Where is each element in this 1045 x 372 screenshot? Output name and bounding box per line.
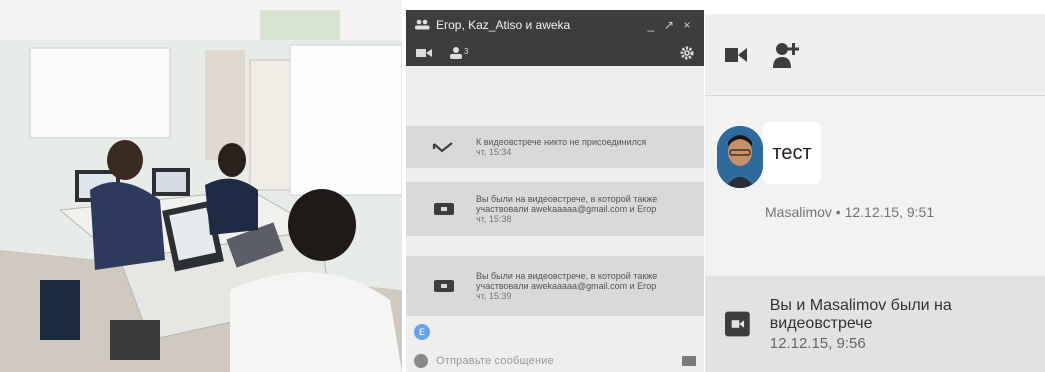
avatar: E — [414, 324, 430, 340]
zoom-toolbar — [705, 14, 1045, 96]
video-camera-icon — [434, 280, 454, 292]
message-input-row: Отправьте сообщение — [406, 350, 704, 372]
video-camera-icon — [725, 311, 750, 337]
chat-title[interactable]: Егор, Kaz_Atiso и aweka — [436, 18, 642, 32]
event-text: Вы и Masalimov были на видеовстрече — [769, 296, 952, 332]
chat-toolbar: 3 — [406, 40, 704, 66]
event-time: чт, 15:39 — [476, 291, 512, 301]
add-people-button[interactable]: 3 — [450, 47, 468, 59]
close-button[interactable]: × — [678, 18, 696, 32]
avatar — [717, 126, 763, 188]
gear-icon[interactable] — [680, 46, 694, 60]
video-camera-icon — [434, 203, 454, 215]
event-text: Вы были на видеовстрече, в которой также… — [476, 194, 658, 214]
video-event-row: Вы и Masalimov были на видеовстрече 12.1… — [705, 276, 1045, 372]
message-bubble: тест — [763, 122, 821, 184]
video-call-icon[interactable] — [416, 48, 432, 58]
chat-event-row: Вы были на видеовстрече, в которой также… — [406, 256, 704, 316]
image-icon[interactable] — [682, 356, 696, 366]
event-time: 12.12.15, 9:56 — [769, 334, 866, 352]
event-text: Вы были на видеовстрече, в которой также… — [476, 271, 658, 291]
chat-event-row: Вы были на видеовстрече, в которой также… — [406, 182, 704, 236]
video-call-icon[interactable] — [725, 46, 747, 64]
group-icon — [415, 19, 430, 30]
chat-event-row: К видеовстрече никто не присоединился чт… — [406, 126, 704, 168]
classroom-photo — [0, 0, 402, 372]
classroom-illustration — [0, 0, 402, 372]
hangouts-chat-window: Егор, Kaz_Atiso и aweka _ ↗ × 3 К видеов… — [406, 10, 704, 372]
event-time: чт, 15:38 — [476, 214, 512, 224]
event-time: чт, 15:34 — [476, 147, 512, 157]
participants-count: 3 — [464, 47, 469, 56]
add-person-icon[interactable] — [773, 41, 799, 69]
event-text: К видеовстрече никто не присоединился — [476, 137, 647, 147]
popout-button[interactable]: ↗ — [660, 18, 678, 32]
message-input[interactable]: Отправьте сообщение — [436, 355, 682, 367]
chat-title-bar: Егор, Kaz_Atiso и aweka _ ↗ × — [406, 10, 704, 40]
person-icon — [450, 47, 462, 59]
zoomed-chat-view: тест Masalimov • 12.12.15, 9:51 Вы и Mas… — [705, 14, 1045, 372]
missed-call-icon — [432, 142, 453, 153]
minimize-button[interactable]: _ — [642, 18, 660, 32]
message-meta: Masalimov • 12.12.15, 9:51 — [765, 204, 935, 220]
emoji-icon[interactable] — [414, 354, 428, 368]
